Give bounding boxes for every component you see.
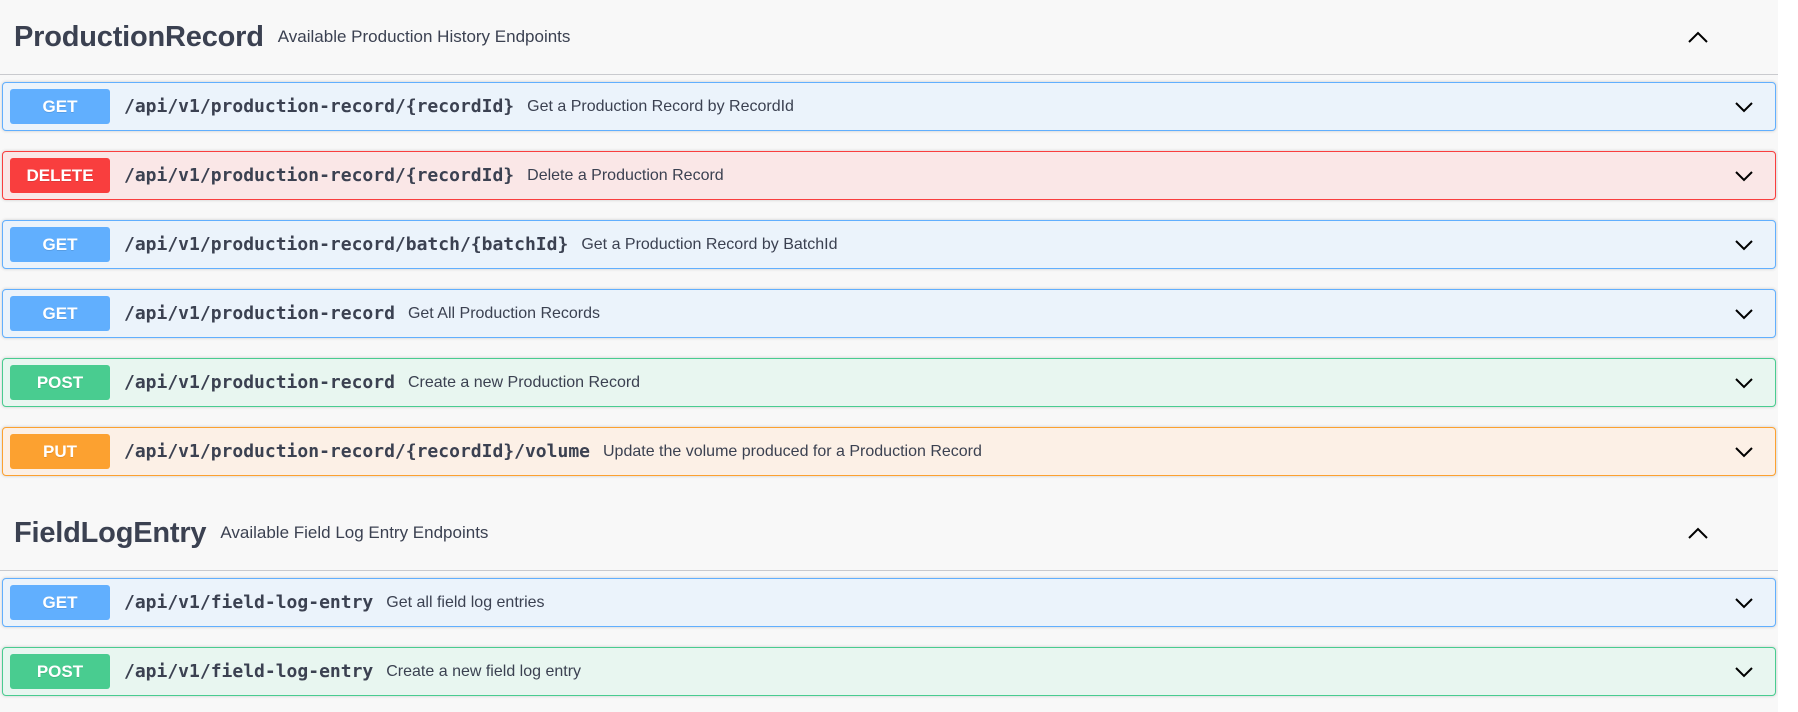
chevron-down-icon[interactable] <box>1731 659 1757 685</box>
operation-path: /api/v1/production-record/batch/{batchId… <box>124 234 569 255</box>
api-content: ProductionRecord Available Production Hi… <box>0 0 1778 712</box>
chevron-down-icon[interactable] <box>1731 163 1757 189</box>
operation-get-all-production-records[interactable]: GET /api/v1/production-record Get All Pr… <box>2 289 1776 338</box>
operation-get-production-record-by-batch[interactable]: GET /api/v1/production-record/batch/{bat… <box>2 220 1776 269</box>
chevron-down-icon[interactable] <box>1731 439 1757 465</box>
operation-summary: Create a new Production Record <box>407 373 641 391</box>
operation-summary: Update the volume produced for a Product… <box>603 442 982 460</box>
tag-description: Available Production History Endpoints <box>277 27 571 46</box>
chevron-down-icon[interactable] <box>1731 370 1757 396</box>
method-badge: GET <box>10 296 110 331</box>
method-badge: POST <box>10 365 110 400</box>
operation-summary: Get a Production Record by RecordId <box>527 97 794 115</box>
operation-path: /api/v1/field-log-entry <box>124 661 374 682</box>
operation-get-all-field-log-entries[interactable]: GET /api/v1/field-log-entry Get all fiel… <box>2 578 1776 627</box>
operation-path: /api/v1/field-log-entry <box>124 592 374 613</box>
method-badge: GET <box>10 585 110 620</box>
operation-summary: Get all field log entries <box>386 593 545 611</box>
operation-summary: Delete a Production Record <box>527 166 724 184</box>
method-badge: GET <box>10 89 110 124</box>
operation-path: /api/v1/production-record/{recordId} <box>124 96 515 117</box>
chevron-up-icon[interactable] <box>1683 22 1713 52</box>
operation-path: /api/v1/production-record <box>124 372 395 393</box>
chevron-down-icon[interactable] <box>1731 94 1757 120</box>
operation-summary: Create a new field log entry <box>386 662 582 680</box>
chevron-down-icon[interactable] <box>1731 301 1757 327</box>
chevron-down-icon[interactable] <box>1731 232 1757 258</box>
operation-delete-production-record[interactable]: DELETE /api/v1/production-record/{record… <box>2 151 1776 200</box>
method-badge: POST <box>10 654 110 689</box>
tag-title[interactable]: FieldLogEntry <box>14 517 207 550</box>
operation-list: GET /api/v1/production-record/{recordId}… <box>0 75 1778 476</box>
tag-section-fieldlogentry: FieldLogEntry Available Field Log Entry … <box>0 496 1778 696</box>
swagger-ui-page: ProductionRecord Available Production Hi… <box>0 0 1798 712</box>
tag-section-productionrecord: ProductionRecord Available Production Hi… <box>0 0 1778 476</box>
scrollbar[interactable] <box>1778 0 1798 712</box>
method-badge: PUT <box>10 434 110 469</box>
operation-path: /api/v1/production-record/{recordId}/vol… <box>124 441 590 462</box>
tag-title[interactable]: ProductionRecord <box>14 21 264 54</box>
operation-summary: Get All Production Records <box>407 304 601 322</box>
operation-get-production-record-by-id[interactable]: GET /api/v1/production-record/{recordId}… <box>2 82 1776 131</box>
tag-header[interactable]: ProductionRecord Available Production Hi… <box>0 0 1778 75</box>
operation-list: GET /api/v1/field-log-entry Get all fiel… <box>0 571 1778 696</box>
operation-path: /api/v1/production-record/{recordId} <box>124 165 515 186</box>
operation-create-production-record[interactable]: POST /api/v1/production-record Create a … <box>2 358 1776 407</box>
operation-update-production-volume[interactable]: PUT /api/v1/production-record/{recordId}… <box>2 427 1776 476</box>
operation-create-field-log-entry[interactable]: POST /api/v1/field-log-entry Create a ne… <box>2 647 1776 696</box>
method-badge: GET <box>10 227 110 262</box>
chevron-up-icon[interactable] <box>1683 518 1713 548</box>
chevron-down-icon[interactable] <box>1731 590 1757 616</box>
tag-header[interactable]: FieldLogEntry Available Field Log Entry … <box>0 496 1778 571</box>
method-badge: DELETE <box>10 158 110 193</box>
operation-path: /api/v1/production-record <box>124 303 395 324</box>
tag-description: Available Field Log Entry Endpoints <box>220 523 489 542</box>
operation-summary: Get a Production Record by BatchId <box>581 235 838 253</box>
